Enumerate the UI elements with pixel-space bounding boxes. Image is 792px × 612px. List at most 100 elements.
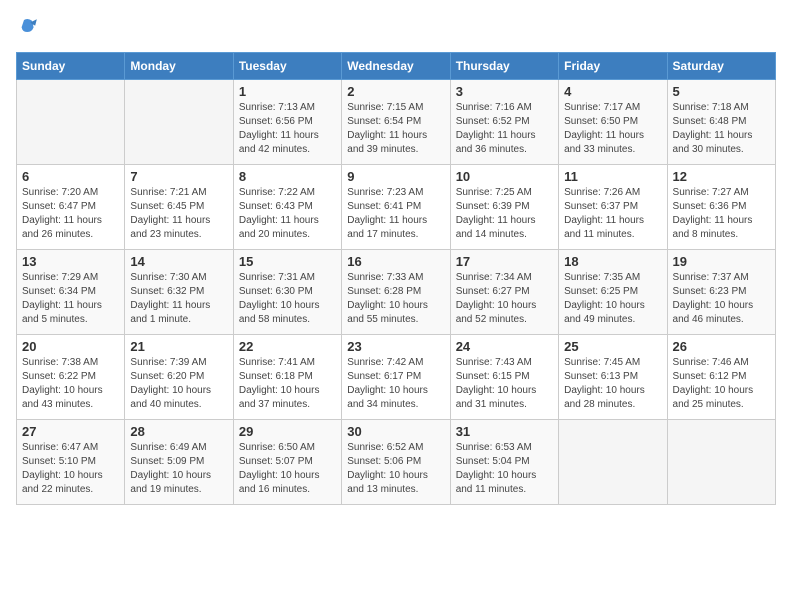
- day-info: Sunrise: 7:21 AM Sunset: 6:45 PM Dayligh…: [130, 186, 227, 242]
- day-info: Sunrise: 7:25 AM Sunset: 6:39 PM Dayligh…: [456, 186, 553, 242]
- calendar-cell: 16Sunrise: 7:33 AM Sunset: 6:28 PM Dayli…: [342, 250, 450, 335]
- day-info: Sunrise: 7:20 AM Sunset: 6:47 PM Dayligh…: [22, 186, 119, 242]
- day-number: 30: [347, 424, 444, 439]
- day-number: 6: [22, 169, 119, 184]
- day-number: 26: [673, 339, 770, 354]
- calendar-cell: 18 Sunrise: 7:35 AM Sunset: 6:25 PM Dayli…: [559, 250, 667, 335]
- day-info: Sunrise: 7:38 AM Sunset: 6:22 PM Dayligh…: [22, 356, 119, 412]
- calendar-cell: 3Sunrise: 7:16 AM Sunset: 6:52 PM Daylig…: [450, 80, 558, 165]
- calendar-week-row: 20 Sunrise: 7:38 AM Sunset: 6:22 PM Dayli…: [17, 335, 776, 420]
- calendar-cell: 6 Sunrise: 7:20 AM Sunset: 6:47 PM Daylig…: [17, 165, 125, 250]
- weekday-header-tuesday: Tuesday: [233, 53, 341, 80]
- day-number: 13: [22, 254, 119, 269]
- calendar-cell: 2 Sunrise: 7:15 AM Sunset: 6:54 PM Daylig…: [342, 80, 450, 165]
- day-number: 18: [564, 254, 661, 269]
- day-info: Sunrise: 7:43 AM Sunset: 6:15 PM Dayligh…: [456, 356, 553, 412]
- calendar-cell: 27 Sunrise: 6:47 AM Sunset: 5:10 PM Dayli…: [17, 420, 125, 505]
- weekday-header-friday: Friday: [559, 53, 667, 80]
- day-number: 14: [130, 254, 227, 269]
- day-info: Sunrise: 7:30 AM Sunset: 6:32 PM Dayligh…: [130, 271, 227, 327]
- calendar-cell: 26 Sunrise: 7:46 AM Sunset: 6:12 PM Dayli…: [667, 335, 775, 420]
- day-info: Sunrise: 7:31 AM Sunset: 6:30 PM Dayligh…: [239, 271, 336, 327]
- weekday-header-monday: Monday: [125, 53, 233, 80]
- day-number: 21: [130, 339, 227, 354]
- calendar-cell: 31 Sunrise: 6:53 AM Sunset: 5:04 PM Dayli…: [450, 420, 558, 505]
- day-number: 28: [130, 424, 227, 439]
- calendar-cell: 22 Sunrise: 7:41 AM Sunset: 6:18 PM Dayli…: [233, 335, 341, 420]
- day-info: Sunrise: 7:26 AM Sunset: 6:37 PM Dayligh…: [564, 186, 661, 242]
- day-number: 11: [564, 169, 661, 184]
- calendar-cell: 15Sunrise: 7:31 AM Sunset: 6:30 PM Dayli…: [233, 250, 341, 335]
- calendar-cell: 21 Sunrise: 7:39 AM Sunset: 6:20 PM Dayli…: [125, 335, 233, 420]
- day-number: 22: [239, 339, 336, 354]
- day-info: Sunrise: 7:45 AM Sunset: 6:13 PM Dayligh…: [564, 356, 661, 412]
- day-info: Sunrise: 6:47 AM Sunset: 5:10 PM Dayligh…: [22, 441, 119, 497]
- day-number: 20: [22, 339, 119, 354]
- day-info: Sunrise: 7:37 AM Sunset: 6:23 PM Dayligh…: [673, 271, 770, 327]
- page-header: [16, 16, 776, 40]
- calendar-week-row: 27 Sunrise: 6:47 AM Sunset: 5:10 PM Dayli…: [17, 420, 776, 505]
- day-info: Sunrise: 7:22 AM Sunset: 6:43 PM Dayligh…: [239, 186, 336, 242]
- day-number: 17: [456, 254, 553, 269]
- calendar-cell: 14 Sunrise: 7:30 AM Sunset: 6:32 PM Dayli…: [125, 250, 233, 335]
- day-number: 9: [347, 169, 444, 184]
- calendar-week-row: 13 Sunrise: 7:29 AM Sunset: 6:34 PM Dayli…: [17, 250, 776, 335]
- calendar-cell: 25 Sunrise: 7:45 AM Sunset: 6:13 PM Dayli…: [559, 335, 667, 420]
- weekday-header-row: SundayMondayTuesdayWednesdayThursdayFrid…: [17, 53, 776, 80]
- day-number: 8: [239, 169, 336, 184]
- weekday-header-wednesday: Wednesday: [342, 53, 450, 80]
- logo: [16, 16, 44, 40]
- calendar-cell: 17 Sunrise: 7:34 AM Sunset: 6:27 PM Dayli…: [450, 250, 558, 335]
- day-info: Sunrise: 7:15 AM Sunset: 6:54 PM Dayligh…: [347, 101, 444, 157]
- day-number: 10: [456, 169, 553, 184]
- day-number: 2: [347, 84, 444, 99]
- day-number: 24: [456, 339, 553, 354]
- calendar-cell: 29 Sunrise: 6:50 AM Sunset: 5:07 PM Dayli…: [233, 420, 341, 505]
- day-info: Sunrise: 6:53 AM Sunset: 5:04 PM Dayligh…: [456, 441, 553, 497]
- calendar-cell: 13 Sunrise: 7:29 AM Sunset: 6:34 PM Dayli…: [17, 250, 125, 335]
- logo-icon: [16, 16, 40, 40]
- day-number: 1: [239, 84, 336, 99]
- day-info: Sunrise: 7:18 AM Sunset: 6:48 PM Dayligh…: [673, 101, 770, 157]
- day-number: 19: [673, 254, 770, 269]
- day-info: Sunrise: 7:34 AM Sunset: 6:27 PM Dayligh…: [456, 271, 553, 327]
- day-info: Sunrise: 7:29 AM Sunset: 6:34 PM Dayligh…: [22, 271, 119, 327]
- calendar-cell: [125, 80, 233, 165]
- day-info: Sunrise: 7:46 AM Sunset: 6:12 PM Dayligh…: [673, 356, 770, 412]
- calendar-week-row: 1Sunrise: 7:13 AM Sunset: 6:56 PM Daylig…: [17, 80, 776, 165]
- day-info: Sunrise: 6:50 AM Sunset: 5:07 PM Dayligh…: [239, 441, 336, 497]
- calendar-cell: 4Sunrise: 7:17 AM Sunset: 6:50 PM Daylig…: [559, 80, 667, 165]
- calendar-cell: 28 Sunrise: 6:49 AM Sunset: 5:09 PM Dayli…: [125, 420, 233, 505]
- day-info: Sunrise: 7:27 AM Sunset: 6:36 PM Dayligh…: [673, 186, 770, 242]
- calendar-cell: [667, 420, 775, 505]
- day-info: Sunrise: 6:49 AM Sunset: 5:09 PM Dayligh…: [130, 441, 227, 497]
- day-number: 23: [347, 339, 444, 354]
- day-number: 31: [456, 424, 553, 439]
- calendar-cell: 1Sunrise: 7:13 AM Sunset: 6:56 PM Daylig…: [233, 80, 341, 165]
- calendar-cell: 30Sunrise: 6:52 AM Sunset: 5:06 PM Dayli…: [342, 420, 450, 505]
- calendar-cell: 20 Sunrise: 7:38 AM Sunset: 6:22 PM Dayli…: [17, 335, 125, 420]
- day-info: Sunrise: 7:33 AM Sunset: 6:28 PM Dayligh…: [347, 271, 444, 327]
- calendar-cell: 8 Sunrise: 7:22 AM Sunset: 6:43 PM Daylig…: [233, 165, 341, 250]
- weekday-header-saturday: Saturday: [667, 53, 775, 80]
- day-info: Sunrise: 7:16 AM Sunset: 6:52 PM Dayligh…: [456, 101, 553, 157]
- day-number: 25: [564, 339, 661, 354]
- day-number: 12: [673, 169, 770, 184]
- day-number: 29: [239, 424, 336, 439]
- day-info: Sunrise: 7:35 AM Sunset: 6:25 PM Dayligh…: [564, 271, 661, 327]
- calendar-cell: 23 Sunrise: 7:42 AM Sunset: 6:17 PM Dayli…: [342, 335, 450, 420]
- calendar-cell: 5 Sunrise: 7:18 AM Sunset: 6:48 PM Daylig…: [667, 80, 775, 165]
- day-number: 4: [564, 84, 661, 99]
- calendar-cell: 11 Sunrise: 7:26 AM Sunset: 6:37 PM Dayli…: [559, 165, 667, 250]
- day-info: Sunrise: 7:41 AM Sunset: 6:18 PM Dayligh…: [239, 356, 336, 412]
- calendar-week-row: 6 Sunrise: 7:20 AM Sunset: 6:47 PM Daylig…: [17, 165, 776, 250]
- weekday-header-sunday: Sunday: [17, 53, 125, 80]
- calendar-cell: 7Sunrise: 7:21 AM Sunset: 6:45 PM Daylig…: [125, 165, 233, 250]
- calendar-table: SundayMondayTuesdayWednesdayThursdayFrid…: [16, 52, 776, 505]
- day-number: 27: [22, 424, 119, 439]
- weekday-header-thursday: Thursday: [450, 53, 558, 80]
- day-info: Sunrise: 7:23 AM Sunset: 6:41 PM Dayligh…: [347, 186, 444, 242]
- day-number: 5: [673, 84, 770, 99]
- day-info: Sunrise: 7:42 AM Sunset: 6:17 PM Dayligh…: [347, 356, 444, 412]
- day-info: Sunrise: 7:39 AM Sunset: 6:20 PM Dayligh…: [130, 356, 227, 412]
